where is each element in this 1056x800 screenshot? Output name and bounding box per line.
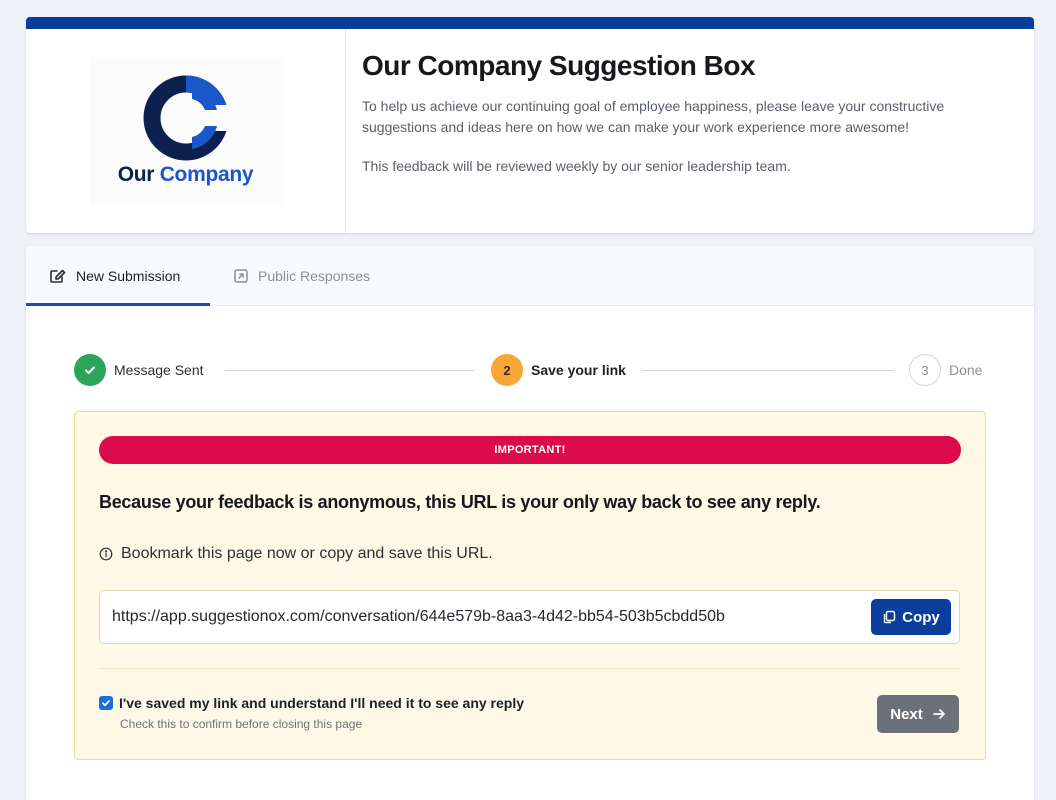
logo-wordmark: Our Company [118, 163, 254, 187]
company-logo: Our Company [89, 57, 282, 205]
logo-pane: Our Company [26, 29, 346, 233]
tab-public-responses[interactable]: Public Responses [210, 246, 393, 305]
save-link-notice: IMPORTANT! Because your feedback is anon… [74, 411, 986, 760]
url-group: Copy [99, 590, 960, 644]
header-accent-bar [26, 17, 1034, 29]
next-button[interactable]: Next [877, 695, 959, 733]
next-label: Next [890, 705, 923, 723]
info-icon [99, 547, 113, 561]
page-title: Our Company Suggestion Box [362, 50, 756, 81]
saved-link-checkbox[interactable] [99, 696, 113, 710]
divider [99, 668, 961, 669]
step-connector [642, 370, 894, 371]
step-number: 3 [909, 354, 941, 386]
important-badge: IMPORTANT! [99, 436, 961, 464]
step-save-link: 2 Save your link [491, 354, 626, 386]
step-number: 2 [491, 354, 523, 386]
hint-text: Bookmark this page now or copy and save … [121, 545, 493, 562]
tab-label: Public Responses [258, 267, 371, 284]
check-icon [74, 354, 106, 386]
page-description: To help us achieve our continuing goal o… [362, 98, 945, 135]
saved-link-sublabel: Check this to confirm before closing thi… [120, 717, 363, 731]
checkmark-icon [102, 700, 110, 707]
header-info: Our Company Suggestion Box To help us ac… [346, 29, 1018, 233]
logo-word-our: Our [117, 163, 155, 186]
tab-label: New Submission [76, 267, 181, 284]
step-done: 3 Done [909, 354, 982, 386]
logo-word-company: Company [159, 163, 254, 186]
arrow-right-icon [932, 707, 946, 721]
confirm-section: I've saved my link and understand I'll n… [99, 695, 524, 731]
step-connector [225, 370, 475, 371]
tab-new-submission[interactable]: New Submission [26, 246, 210, 306]
main-card: New Submission Public Responses Message … [26, 246, 1034, 800]
external-link-icon [233, 268, 249, 284]
step-label: Save your link [531, 362, 626, 378]
progress-stepper: Message Sent 2 Save your link 3 Done [74, 354, 986, 386]
review-note: This feedback will be reviewed weekly by… [362, 158, 791, 174]
conversation-url-field[interactable] [100, 591, 871, 643]
copy-button[interactable]: Copy [871, 599, 951, 635]
header-card: Our Company Our Company Suggestion Box T… [26, 17, 1034, 233]
step-message-sent: Message Sent [74, 354, 204, 386]
saved-link-label[interactable]: I've saved my link and understand I'll n… [119, 695, 524, 711]
edit-icon [49, 268, 67, 284]
tab-bar: New Submission Public Responses [26, 246, 1034, 306]
header-body: Our Company Our Company Suggestion Box T… [26, 29, 1034, 233]
company-logo-icon [143, 75, 229, 161]
copy-label: Copy [902, 608, 940, 626]
bookmark-hint: Bookmark this page now or copy and save … [99, 545, 493, 563]
step-label: Done [949, 362, 983, 378]
copy-icon [882, 610, 896, 624]
step-label: Message Sent [114, 362, 204, 378]
notice-headline: Because your feedback is anonymous, this… [99, 492, 821, 512]
